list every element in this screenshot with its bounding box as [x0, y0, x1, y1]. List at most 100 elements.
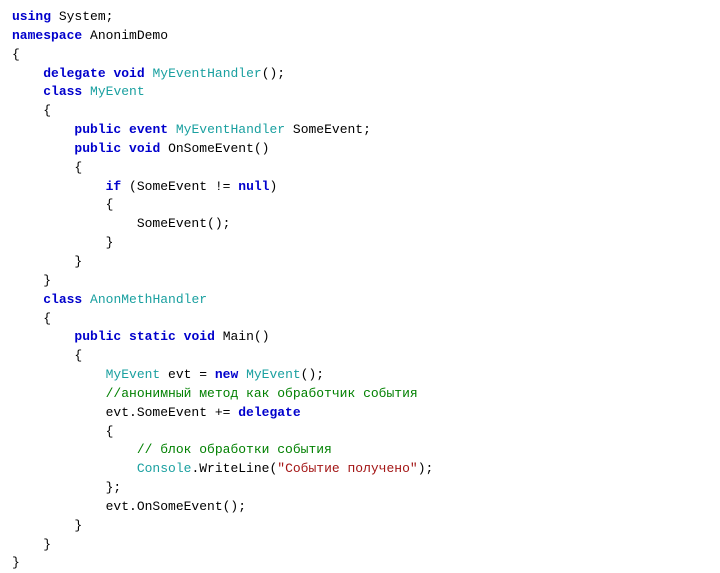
code-line: {	[12, 196, 708, 215]
code-line: }	[12, 253, 708, 272]
code-token: AnonimDemo	[82, 28, 168, 43]
code-token: null	[238, 179, 269, 194]
code-token: delegate	[43, 66, 105, 81]
code-token: {	[12, 311, 51, 326]
code-line: Console.WriteLine("Событие получено");	[12, 460, 708, 479]
code-line: //анонимный метод как обработчик события	[12, 385, 708, 404]
code-line: public event MyEventHandler SomeEvent;	[12, 121, 708, 140]
code-token: "Событие получено"	[277, 461, 417, 476]
code-token	[82, 292, 90, 307]
code-token: );	[418, 461, 434, 476]
code-token: class	[43, 84, 82, 99]
code-token	[176, 329, 184, 344]
code-token: evt.OnSomeEvent();	[12, 499, 246, 514]
code-line: using System;	[12, 8, 708, 27]
code-token	[82, 84, 90, 99]
code-line: public static void Main()	[12, 328, 708, 347]
code-line: {	[12, 159, 708, 178]
code-token: {	[12, 160, 82, 175]
code-token: MyEvent	[106, 367, 161, 382]
code-token: Main()	[215, 329, 270, 344]
code-token	[121, 141, 129, 156]
code-line: {	[12, 423, 708, 442]
code-token: static	[129, 329, 176, 344]
code-line: public void OnSomeEvent()	[12, 140, 708, 159]
code-token: void	[113, 66, 144, 81]
code-line: };	[12, 479, 708, 498]
code-token: ();	[262, 66, 285, 81]
code-block: using System;namespace AnonimDemo{ deleg…	[12, 8, 708, 573]
code-token: {	[12, 424, 113, 439]
code-token	[238, 367, 246, 382]
code-token	[168, 122, 176, 137]
code-token: void	[184, 329, 215, 344]
code-line: class AnonMethHandler	[12, 291, 708, 310]
code-token: (SomeEvent !=	[121, 179, 238, 194]
code-token: Console	[137, 461, 192, 476]
code-token: }	[12, 235, 113, 250]
code-token: void	[129, 141, 160, 156]
code-token: SomeEvent;	[285, 122, 371, 137]
code-line: {	[12, 347, 708, 366]
code-token: MyEventHandler	[176, 122, 285, 137]
code-token: if	[106, 179, 122, 194]
code-line: // блок обработки события	[12, 441, 708, 460]
code-token: evt =	[160, 367, 215, 382]
code-line: evt.SomeEvent += delegate	[12, 404, 708, 423]
code-token: // блок обработки события	[137, 442, 332, 457]
code-token: MyEventHandler	[152, 66, 261, 81]
code-token	[12, 386, 106, 401]
code-token: public	[74, 329, 121, 344]
code-token: event	[129, 122, 168, 137]
code-token: MyEvent	[246, 367, 301, 382]
code-token	[12, 141, 74, 156]
code-line: {	[12, 46, 708, 65]
code-token	[12, 461, 137, 476]
code-token	[12, 122, 74, 137]
code-token: evt.SomeEvent +=	[12, 405, 238, 420]
code-token: ();	[301, 367, 324, 382]
code-token	[121, 122, 129, 137]
code-line: if (SomeEvent != null)	[12, 178, 708, 197]
code-token: {	[12, 197, 113, 212]
code-token: {	[12, 47, 20, 62]
code-token: OnSomeEvent()	[160, 141, 269, 156]
code-token: public	[74, 141, 121, 156]
code-token: AnonMethHandler	[90, 292, 207, 307]
code-token	[12, 442, 137, 457]
code-line: }	[12, 234, 708, 253]
code-line: }	[12, 554, 708, 573]
code-token: namespace	[12, 28, 82, 43]
code-line: namespace AnonimDemo	[12, 27, 708, 46]
code-token: }	[12, 518, 82, 533]
code-token: {	[12, 348, 82, 363]
code-token: System;	[51, 9, 113, 24]
code-token: class	[43, 292, 82, 307]
code-token: }	[12, 537, 51, 552]
code-token: SomeEvent();	[12, 216, 230, 231]
code-token	[121, 329, 129, 344]
code-line: }	[12, 536, 708, 555]
code-line: }	[12, 517, 708, 536]
code-token	[12, 329, 74, 344]
code-line: }	[12, 272, 708, 291]
code-token: {	[12, 103, 51, 118]
code-token: )	[269, 179, 277, 194]
code-token: using	[12, 9, 51, 24]
code-token: };	[12, 480, 121, 495]
code-token	[12, 66, 43, 81]
code-token: .WriteLine(	[191, 461, 277, 476]
code-line: class MyEvent	[12, 83, 708, 102]
code-token	[12, 292, 43, 307]
code-token: public	[74, 122, 121, 137]
code-line: {	[12, 102, 708, 121]
code-token: }	[12, 254, 82, 269]
code-token: }	[12, 273, 51, 288]
code-line: delegate void MyEventHandler();	[12, 65, 708, 84]
code-token: delegate	[238, 405, 300, 420]
code-token: MyEvent	[90, 84, 145, 99]
code-line: MyEvent evt = new MyEvent();	[12, 366, 708, 385]
code-line: SomeEvent();	[12, 215, 708, 234]
code-token	[12, 367, 106, 382]
code-line: evt.OnSomeEvent();	[12, 498, 708, 517]
